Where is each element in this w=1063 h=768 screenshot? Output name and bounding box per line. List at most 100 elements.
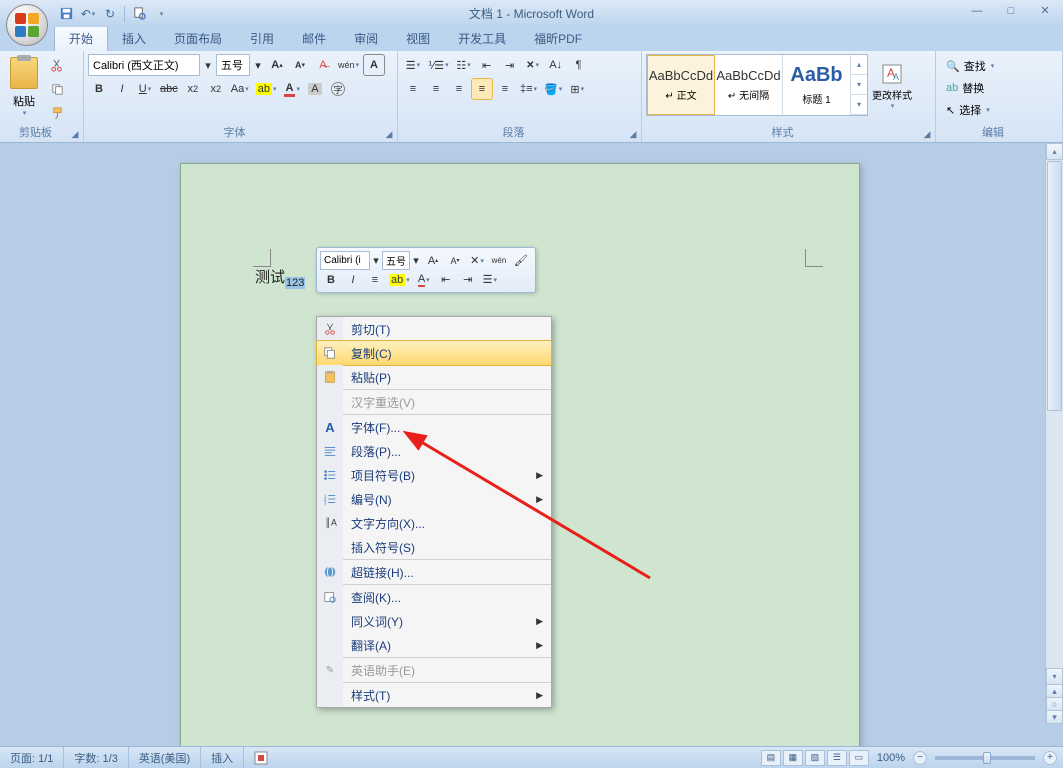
clear-format-button[interactable]: A̶ [312, 54, 334, 76]
minimize-button[interactable]: — [963, 2, 991, 19]
mini-font-family[interactable] [320, 251, 370, 270]
increase-indent-button[interactable]: ⇥ [499, 54, 521, 76]
draft-view[interactable]: ▭ [849, 750, 869, 766]
paste-button[interactable]: 粘贴 ▾ [4, 54, 44, 120]
print-preview-icon[interactable] [129, 4, 149, 24]
distribute-button[interactable]: ≡ [494, 78, 516, 100]
ctx-item-13[interactable]: 超链接(H)... [317, 560, 551, 584]
style-item-2[interactable]: AaBb标题 1 [783, 55, 851, 115]
prev-page-button[interactable]: ▴ [1046, 684, 1063, 698]
status-macro-icon[interactable] [244, 747, 278, 768]
redo-icon[interactable]: ↻ [100, 4, 120, 24]
close-button[interactable]: ✕ [1031, 2, 1059, 19]
align-left-button[interactable]: ≡ [402, 78, 424, 100]
tab-5[interactable]: 审阅 [340, 26, 392, 51]
ctx-item-2[interactable]: 粘贴(P) [317, 365, 551, 389]
cut-button[interactable] [46, 54, 68, 76]
borders-button[interactable]: ⊞▾ [566, 78, 588, 100]
outline-view[interactable]: ☰ [827, 750, 847, 766]
mini-font-size[interactable] [382, 251, 410, 270]
ctx-item-6[interactable]: A字体(F)... [317, 415, 551, 439]
zoom-slider[interactable] [935, 756, 1035, 760]
ctx-item-1[interactable]: 复制(C) [316, 340, 552, 366]
multilevel-button[interactable]: ☷▾ [453, 54, 475, 76]
show-marks-button[interactable]: ¶ [568, 54, 590, 76]
align-right-button[interactable]: ≡ [448, 78, 470, 100]
font-size-dropdown[interactable]: ▾ [251, 54, 265, 76]
change-case-button[interactable]: Aa▾ [228, 78, 252, 100]
font-color-button[interactable]: A▾ [281, 78, 303, 100]
scroll-thumb[interactable] [1047, 161, 1062, 411]
browse-object-button[interactable]: ○ [1046, 697, 1063, 711]
font-size-input[interactable] [216, 54, 250, 76]
mini-italic[interactable]: I [342, 270, 364, 289]
mini-bullets[interactable]: ☰▾ [479, 270, 501, 289]
font-family-dropdown[interactable]: ▾ [201, 54, 215, 76]
mini-format-painter[interactable]: 🖌 [510, 251, 532, 270]
tab-2[interactable]: 页面布局 [160, 26, 236, 51]
tab-3[interactable]: 引用 [236, 26, 288, 51]
ctx-item-8[interactable]: 项目符号(B)▶ [317, 463, 551, 487]
qat-customize-icon[interactable]: ▾ [151, 4, 171, 24]
status-page[interactable]: 页面: 1/1 [0, 747, 64, 768]
font-family-input[interactable] [88, 54, 200, 76]
enclose-char-button[interactable]: 字 [327, 78, 349, 100]
document-text[interactable]: 测试123 [255, 266, 305, 289]
ctx-item-7[interactable]: 段落(P)... [317, 439, 551, 463]
status-language[interactable]: 英语(美国) [129, 747, 201, 768]
bold-button[interactable]: B [88, 78, 110, 100]
status-insert-mode[interactable]: 插入 [201, 747, 244, 768]
scroll-down-button[interactable]: ▾ [1046, 668, 1063, 685]
copy-button[interactable] [46, 78, 68, 100]
ctx-item-15[interactable]: 查阅(K)... [317, 585, 551, 609]
maximize-button[interactable]: □ [997, 2, 1025, 19]
style-item-0[interactable]: AaBbCcDd↵ 正文 [647, 55, 715, 115]
ctx-item-10[interactable]: ║A文字方向(X)... [317, 511, 551, 535]
save-icon[interactable] [56, 4, 76, 24]
print-layout-view[interactable]: ▤ [761, 750, 781, 766]
mini-center[interactable]: ≡ [364, 270, 386, 289]
asian-layout-button[interactable]: ✕▾ [522, 54, 544, 76]
zoom-in-button[interactable]: + [1043, 751, 1057, 765]
underline-button[interactable]: U▾ [134, 78, 156, 100]
tab-4[interactable]: 邮件 [288, 26, 340, 51]
office-button[interactable] [6, 4, 48, 46]
sort-button[interactable]: A↓ [545, 54, 567, 76]
tab-0[interactable]: 开始 [54, 25, 108, 51]
highlight-button[interactable]: ab▾ [253, 78, 280, 100]
bullets-button[interactable]: ☰▾ [402, 54, 424, 76]
superscript-button[interactable]: x2 [205, 78, 227, 100]
mini-grow-font[interactable]: A▴ [422, 251, 444, 270]
style-scroll-1[interactable]: ▾ [851, 75, 867, 95]
mini-shrink-font[interactable]: A▾ [444, 251, 466, 270]
select-button[interactable]: ↖选择▾ [942, 100, 1056, 120]
tab-6[interactable]: 视图 [392, 26, 444, 51]
style-gallery[interactable]: AaBbCcDd↵ 正文AaBbCcDd↵ 无间隔AaBb标题 1▴▾▾ [646, 54, 868, 116]
ctx-item-16[interactable]: 同义词(Y)▶ [317, 609, 551, 633]
mini-asian-button[interactable]: ✕▾ [466, 251, 488, 270]
paragraph-dialog-launcher[interactable]: ◢ [627, 128, 639, 140]
decrease-indent-button[interactable]: ⇤ [476, 54, 498, 76]
tab-8[interactable]: 福昕PDF [520, 26, 596, 51]
ctx-item-0[interactable]: 剪切(T) [317, 317, 551, 341]
zoom-thumb[interactable] [983, 752, 991, 764]
mini-font-family-dd[interactable]: ▾ [370, 251, 382, 270]
mini-inc-indent[interactable]: ⇥ [457, 270, 479, 289]
font-dialog-launcher[interactable]: ◢ [383, 128, 395, 140]
mini-font-color[interactable]: A▾ [413, 270, 435, 289]
mini-font-size-dd[interactable]: ▾ [410, 251, 422, 270]
numbering-button[interactable]: ⅟☰▾ [425, 54, 452, 76]
tab-7[interactable]: 开发工具 [444, 26, 520, 51]
shrink-font-button[interactable]: A▾ [289, 54, 311, 76]
char-border-button[interactable]: A [363, 54, 385, 76]
line-spacing-button[interactable]: ‡≡▾ [517, 78, 540, 100]
web-view[interactable]: ▨ [805, 750, 825, 766]
shading-button[interactable]: 🪣▾ [541, 78, 565, 100]
grow-font-button[interactable]: A▴ [266, 54, 288, 76]
zoom-percent[interactable]: 100% [877, 752, 905, 764]
scroll-up-button[interactable]: ▴ [1046, 143, 1063, 160]
strike-button[interactable]: abc [157, 78, 181, 100]
tab-1[interactable]: 插入 [108, 26, 160, 51]
style-scroll-2[interactable]: ▾ [851, 95, 867, 115]
styles-dialog-launcher[interactable]: ◢ [921, 128, 933, 140]
